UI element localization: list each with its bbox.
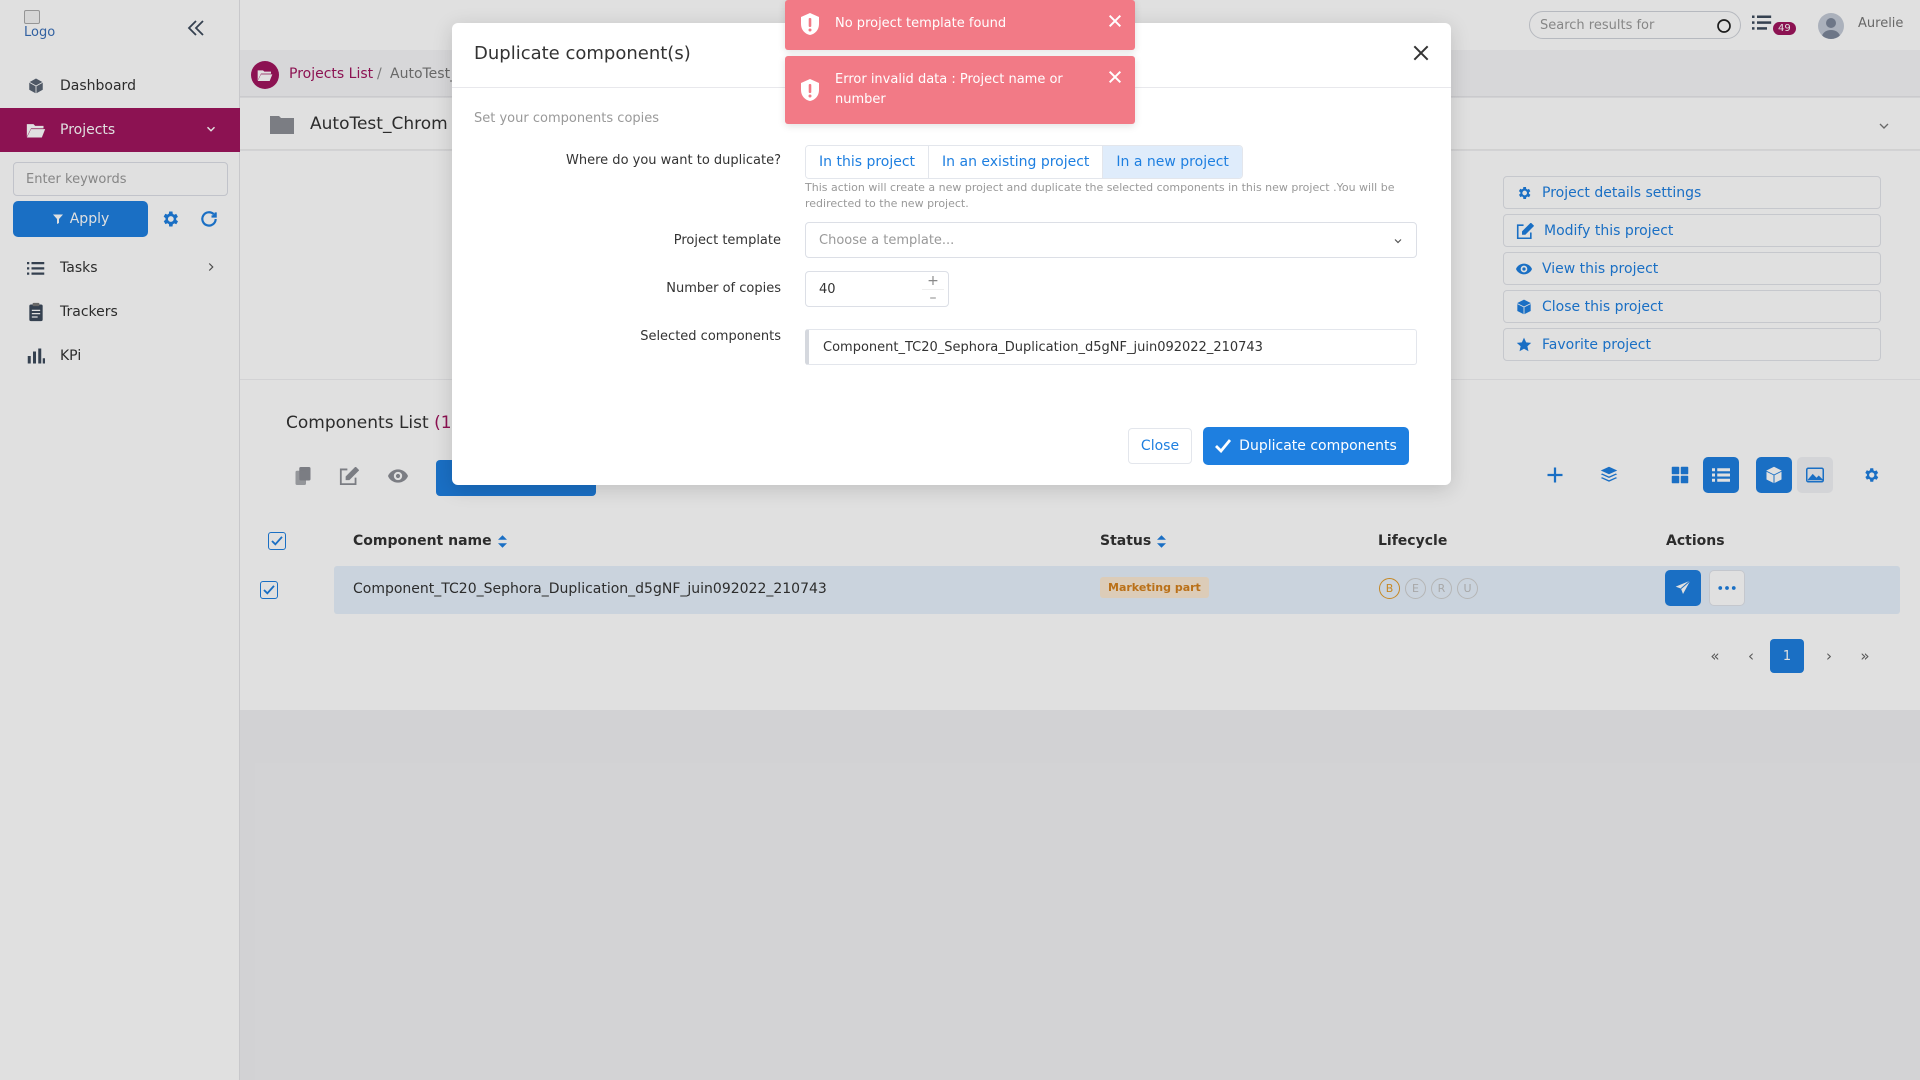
copies-number-input[interactable]: 40 + – — [805, 271, 949, 307]
chevron-down-icon — [1394, 239, 1402, 244]
close-icon[interactable] — [1411, 43, 1431, 63]
modal-title: Duplicate component(s) — [474, 43, 691, 64]
copies-value: 40 — [819, 281, 836, 297]
where-label: Where do you want to duplicate? — [566, 153, 781, 168]
template-label: Project template — [673, 233, 781, 248]
project-template-select[interactable]: Choose a template... — [805, 222, 1417, 258]
toast-message: Error invalid data : Project name or num… — [835, 72, 1063, 107]
check-icon — [1215, 439, 1232, 453]
copies-label: Number of copies — [666, 281, 781, 296]
selected-components-label: Selected components — [640, 329, 781, 344]
selected-components-field: Component_TC20_Sephora_Duplication_d5gNF… — [805, 329, 1417, 365]
close-button[interactable]: Close — [1128, 428, 1192, 464]
error-toast: Error invalid data : Project name or num… — [785, 56, 1135, 124]
option-new-project[interactable]: In a new project — [1103, 146, 1242, 178]
duplicate-label: Duplicate components — [1239, 438, 1397, 454]
close-icon[interactable] — [1107, 13, 1123, 29]
decrement-button[interactable]: – — [922, 289, 944, 306]
increment-button[interactable]: + — [922, 273, 944, 289]
option-existing-project[interactable]: In an existing project — [929, 146, 1104, 178]
exclamation-shield-icon — [799, 12, 821, 36]
duplicate-components-button[interactable]: Duplicate components — [1203, 427, 1409, 465]
close-icon[interactable] — [1107, 69, 1123, 85]
template-placeholder: Choose a template... — [819, 232, 955, 248]
help-text: This action will create a new project an… — [805, 181, 1395, 210]
toast-message: No project template found — [835, 16, 1007, 31]
where-segmented-control: In this project In an existing project I… — [805, 145, 1243, 179]
error-toast: No project template found — [785, 0, 1135, 50]
exclamation-shield-icon — [799, 78, 821, 102]
option-this-project[interactable]: In this project — [806, 146, 930, 178]
modal-subtitle: Set your components copies — [474, 111, 660, 126]
